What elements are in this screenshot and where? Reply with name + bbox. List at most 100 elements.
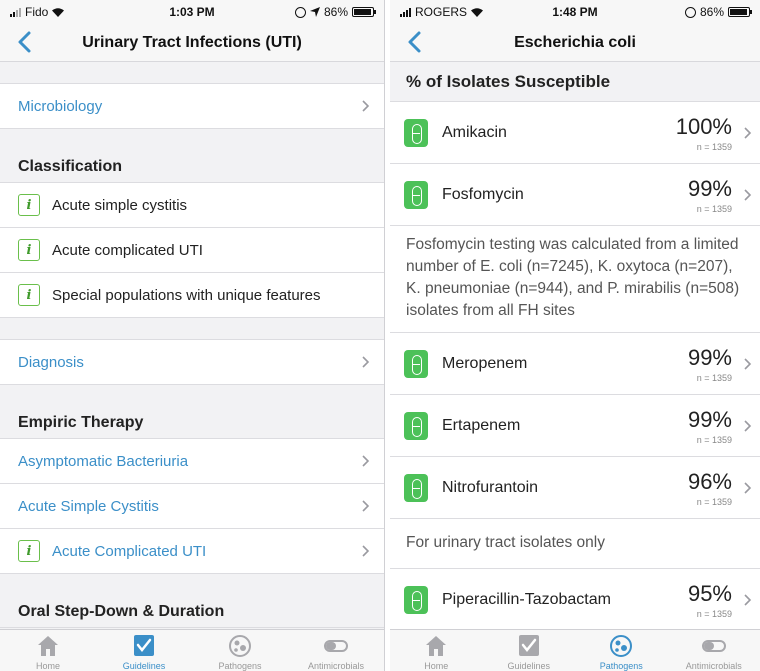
tab-label: Guidelines (122, 661, 166, 671)
tab-pathogens[interactable]: Pathogens (192, 630, 288, 671)
page-title: Urinary Tract Infections (UTI) (82, 34, 302, 51)
drug-count: n = 1359 (696, 497, 732, 507)
drug-name: Piperacillin-Tazobactam (442, 590, 611, 608)
drug-row-fosfomycin[interactable]: Fosfomycin 99% n = 1359 (390, 164, 760, 226)
tab-antimicrobials[interactable]: Antimicrobials (288, 630, 384, 671)
tab-label: Pathogens (218, 661, 262, 671)
tab-label: Home (35, 661, 60, 671)
susceptibility-list: % of Isolates Susceptible Amikacin 100% … (390, 62, 760, 629)
chevron-right-icon (744, 189, 752, 201)
antimicrobials-toggle-icon (324, 640, 348, 652)
classification-item-label: Acute simple cystitis (52, 196, 188, 214)
tab-antimicrobials[interactable]: Antimicrobials (668, 630, 760, 671)
info-icon: i (18, 239, 40, 261)
drug-count: n = 1359 (696, 609, 732, 619)
nav-bar: Escherichia coli (390, 24, 760, 62)
drug-row-amikacin[interactable]: Amikacin 100% n = 1359 (390, 102, 760, 164)
classification-item-label: Special populations with unique features (52, 286, 321, 304)
empiric-item[interactable]: Asymptomatic Bacteriuria (0, 439, 384, 484)
classification-item[interactable]: i Acute complicated UTI (0, 228, 384, 273)
battery-icon (352, 7, 376, 17)
oral-step-down-header: Oral Step-Down & Duration (0, 574, 384, 628)
battery-percent: 86% (323, 5, 348, 19)
nitrofurantoin-note: For urinary tract isolates only (390, 519, 760, 569)
tab-bar: Home Guidelines Pathogens Antimicrobials (0, 629, 384, 671)
classification-item[interactable]: i Special populations with unique featur… (0, 273, 384, 318)
capsule-icon (404, 118, 428, 147)
section-spacer (0, 318, 384, 340)
info-icon: i (18, 194, 40, 216)
drug-name: Amikacin (442, 123, 507, 141)
battery-percent: 86% (699, 5, 724, 19)
drug-row-nitrofurantoin[interactable]: Nitrofurantoin 96% n = 1359 (390, 457, 760, 519)
empiric-item[interactable]: Acute Simple Cystitis (0, 484, 384, 529)
pathogen-screen: ROGERS 1:48 PM 86% Escherichia coli % of… (390, 0, 760, 671)
chevron-right-icon (362, 500, 370, 512)
home-icon (38, 636, 58, 656)
drug-percent: 99% (687, 345, 732, 370)
guidelines-check-icon (518, 635, 539, 656)
susceptibility-header: % of Isolates Susceptible (390, 62, 760, 102)
capsule-icon (404, 349, 428, 378)
status-right: 86% (294, 5, 376, 19)
guidelines-list: Microbiology Classification i Acute simp… (0, 62, 384, 629)
empiric-item-label: Acute Simple Cystitis (18, 497, 159, 515)
diagnosis-label: Diagnosis (18, 353, 84, 371)
tab-label: Antimicrobials (307, 661, 365, 671)
page-title: Escherichia coli (514, 34, 636, 51)
chevron-right-icon (744, 127, 752, 139)
home-icon (426, 636, 447, 656)
empiric-item[interactable]: i Acute Complicated UTI (0, 529, 384, 574)
tab-guidelines[interactable]: Guidelines (483, 630, 576, 671)
drug-percent: 99% (687, 407, 732, 432)
chevron-right-icon (744, 594, 752, 606)
section-spacer (0, 62, 384, 84)
drug-row-ertapenem[interactable]: Ertapenem 99% n = 1359 (390, 395, 760, 457)
drug-percent: 95% (687, 581, 732, 606)
drug-percent: 100% (675, 114, 732, 139)
drug-percent: 99% (687, 176, 732, 201)
tab-label: Pathogens (599, 661, 643, 671)
chevron-right-icon (362, 100, 370, 112)
status-bar: ROGERS 1:48 PM 86% (390, 0, 760, 24)
tab-bar: Home Guidelines Pathogens Antimicrobials (390, 629, 760, 671)
tab-guidelines[interactable]: Guidelines (96, 630, 192, 671)
back-chevron-icon[interactable] (14, 28, 38, 56)
drug-name: Meropenem (442, 354, 528, 372)
status-bar: Fido 1:03 PM 86% (0, 0, 384, 24)
tab-home[interactable]: Home (390, 630, 483, 671)
chevron-right-icon (744, 420, 752, 432)
drug-name: Fosfomycin (442, 185, 524, 203)
microbiology-label: Microbiology (18, 97, 103, 115)
classification-item[interactable]: i Acute simple cystitis (0, 183, 384, 228)
guidelines-screen: Fido 1:03 PM 86% Urinary Tract Infection… (0, 0, 385, 671)
back-chevron-icon[interactable] (404, 28, 428, 56)
diagnosis-row[interactable]: Diagnosis (0, 340, 384, 385)
drug-percent: 96% (687, 469, 732, 494)
empiric-item-label: Acute Complicated UTI (52, 542, 207, 560)
empiric-therapy-header: Empiric Therapy (0, 385, 384, 439)
pathogens-icon (610, 635, 633, 657)
tab-pathogens[interactable]: Pathogens (575, 630, 668, 671)
drug-count: n = 1359 (696, 373, 732, 383)
drug-row-meropenem[interactable]: Meropenem 99% n = 1359 (390, 333, 760, 395)
microbiology-row[interactable]: Microbiology (0, 84, 384, 129)
status-right: 86% (684, 5, 752, 19)
drug-count: n = 1359 (696, 204, 732, 214)
orientation-lock-icon (294, 6, 306, 18)
info-icon: i (18, 284, 40, 306)
drug-name: Nitrofurantoin (442, 478, 539, 496)
pathogens-icon (229, 635, 251, 657)
empiric-item-label: Asymptomatic Bacteriuria (18, 452, 189, 470)
tab-label: Antimicrobials (685, 661, 742, 671)
drug-name: Ertapenem (442, 416, 521, 434)
tab-home[interactable]: Home (0, 630, 96, 671)
nav-bar: Urinary Tract Infections (UTI) (0, 24, 384, 62)
drug-row-piperacillin-tazobactam[interactable]: Piperacillin-Tazobactam 95% n = 1359 (390, 569, 760, 629)
guidelines-check-icon (134, 635, 154, 656)
chevron-right-icon (362, 545, 370, 557)
orientation-lock-icon (684, 6, 696, 18)
drug-count: n = 1359 (696, 435, 732, 445)
chevron-right-icon (744, 482, 752, 494)
capsule-icon (404, 473, 428, 502)
